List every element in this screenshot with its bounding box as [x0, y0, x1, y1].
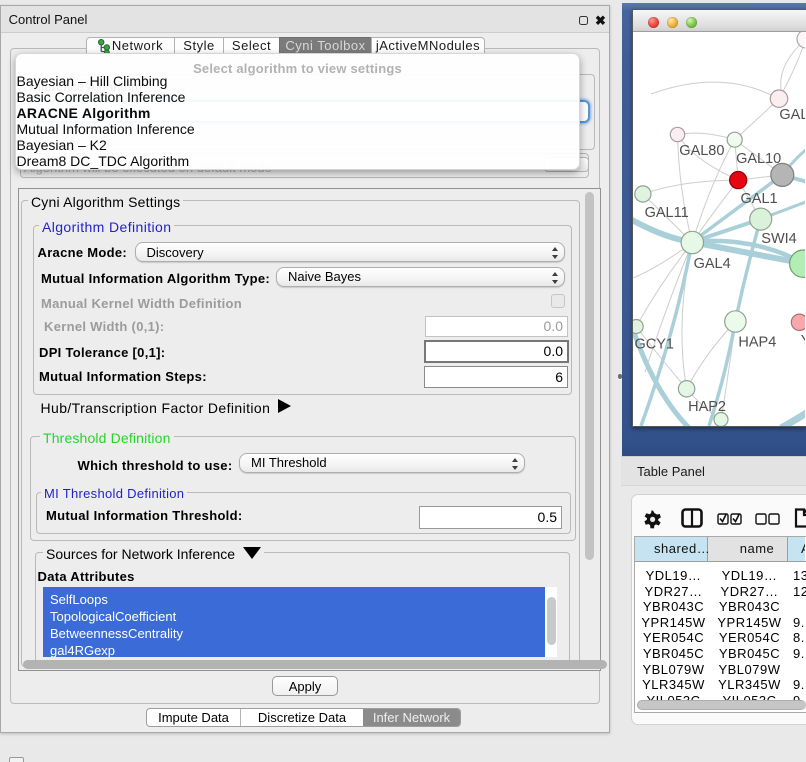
svg-text:GAL80: GAL80: [679, 143, 724, 159]
svg-text:GAL10: GAL10: [736, 151, 781, 167]
svg-text:SWI4: SWI4: [761, 231, 796, 247]
svg-text:GCY1: GCY1: [635, 337, 675, 353]
svg-text:Y: Y: [801, 333, 805, 349]
svg-text:GAL: GAL: [779, 107, 805, 123]
svg-text:HAP2: HAP2: [688, 399, 726, 415]
svg-text:GAL11: GAL11: [645, 205, 689, 221]
svg-text:GAL4: GAL4: [694, 256, 731, 272]
svg-text:GAL1: GAL1: [741, 191, 778, 207]
svg-text:HAP4: HAP4: [738, 335, 776, 351]
